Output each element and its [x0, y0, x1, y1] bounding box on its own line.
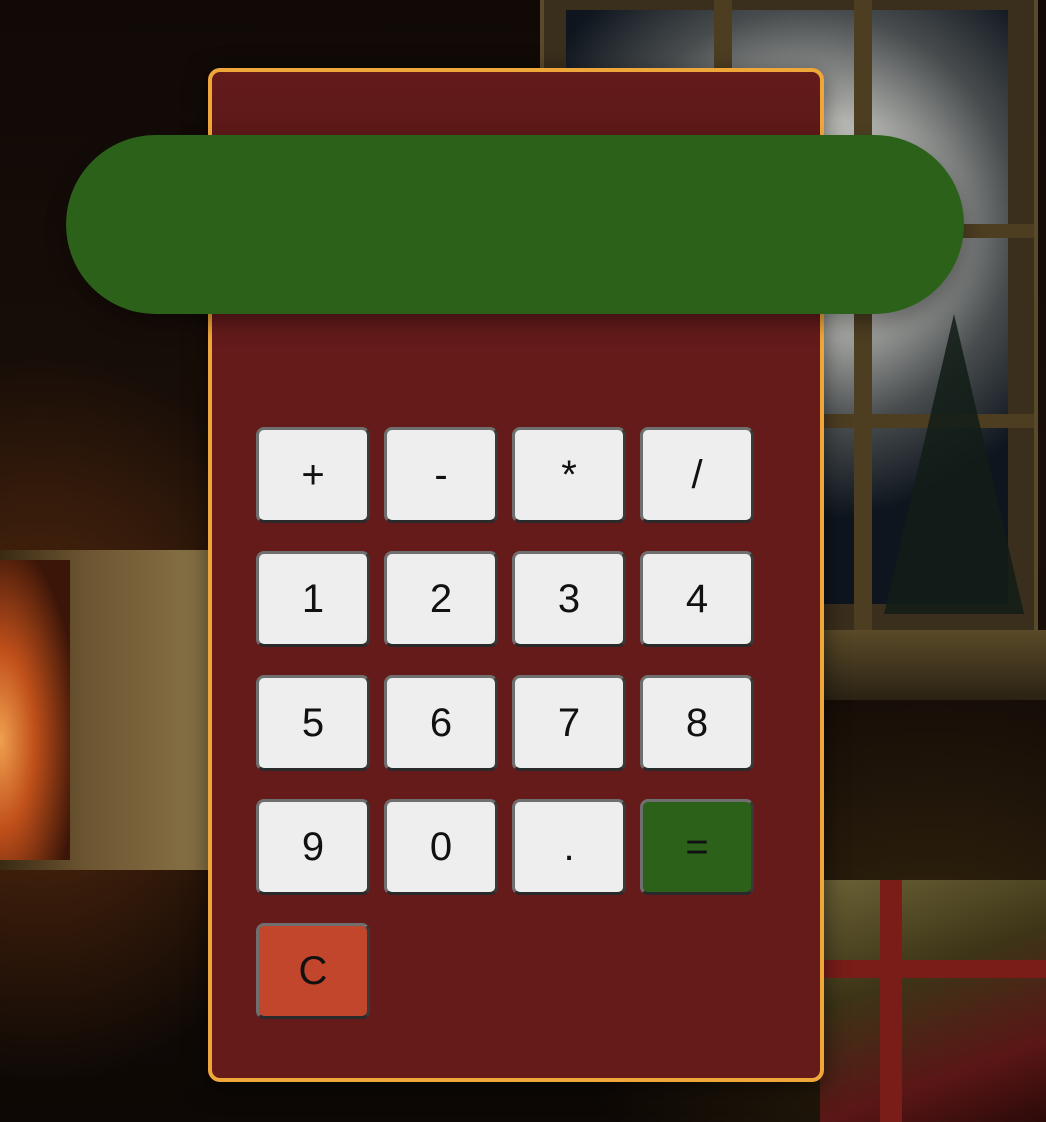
digit-0-button[interactable]: 0 — [384, 799, 498, 895]
tree-silhouette — [884, 314, 1024, 614]
digit-8-button[interactable]: 8 — [640, 675, 754, 771]
digit-1-button[interactable]: 1 — [256, 551, 370, 647]
decimal-button[interactable]: . — [512, 799, 626, 895]
clear-button[interactable]: C — [256, 923, 370, 1019]
multiply-button[interactable]: * — [512, 427, 626, 523]
fireplace — [0, 550, 210, 870]
gift-ribbon — [880, 880, 902, 1122]
add-button[interactable]: + — [256, 427, 370, 523]
digit-9-button[interactable]: 9 — [256, 799, 370, 895]
digit-4-button[interactable]: 4 — [640, 551, 754, 647]
digit-6-button[interactable]: 6 — [384, 675, 498, 771]
equals-button[interactable]: = — [640, 799, 754, 895]
subtract-button[interactable]: - — [384, 427, 498, 523]
gift-ribbon — [820, 960, 1046, 978]
gift-boxes — [820, 880, 1046, 1122]
calculator-display[interactable] — [66, 135, 964, 314]
fire-glow — [0, 560, 70, 860]
digit-7-button[interactable]: 7 — [512, 675, 626, 771]
digit-2-button[interactable]: 2 — [384, 551, 498, 647]
divide-button[interactable]: / — [640, 427, 754, 523]
window-mullion — [854, 0, 872, 644]
digit-3-button[interactable]: 3 — [512, 551, 626, 647]
digit-5-button[interactable]: 5 — [256, 675, 370, 771]
